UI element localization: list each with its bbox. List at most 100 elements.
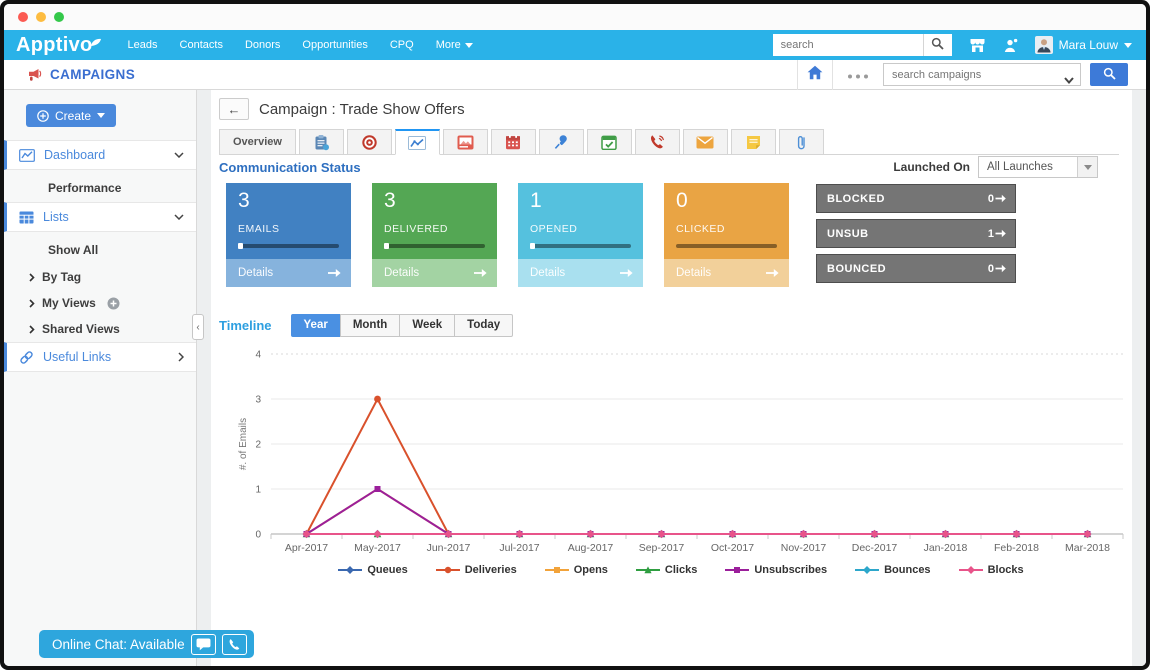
timeline-tab-month[interactable]: Month [340, 314, 400, 337]
legend-item-clicks[interactable]: Clicks [636, 564, 697, 576]
sidebar-item-show-all[interactable]: Show All [4, 236, 196, 264]
card-progress-bar [384, 244, 485, 248]
lists-grid-icon [19, 211, 34, 224]
phone-icon[interactable] [222, 634, 247, 655]
tab-paperclip[interactable] [779, 129, 824, 155]
legend-item-unsubscribes[interactable]: Unsubscribes [725, 564, 827, 576]
sidebar-item-by-tag[interactable]: By Tag [4, 264, 196, 290]
legend-label: Unsubscribes [754, 564, 827, 576]
user-menu[interactable]: Mara Louw [1035, 36, 1132, 54]
status-card-emails[interactable]: 3EMAILSDetails [226, 183, 351, 287]
launched-on-select[interactable]: All Launches [978, 156, 1098, 178]
nav-item-more[interactable]: More [425, 30, 484, 60]
tab-phone[interactable] [635, 129, 680, 155]
module-search-input[interactable] [883, 63, 1081, 86]
tab-target[interactable] [347, 129, 392, 155]
card-details-label: Details [238, 267, 273, 279]
tab-overview[interactable]: Overview [219, 129, 296, 155]
store-icon[interactable] [969, 38, 986, 53]
timeline-tab-year[interactable]: Year [291, 314, 341, 337]
user-status-icon[interactable] [1003, 38, 1019, 53]
legend-item-deliveries[interactable]: Deliveries [436, 564, 517, 576]
online-chat-button[interactable]: Online Chat: Available [39, 630, 254, 658]
legend-marker [545, 565, 569, 575]
tab-pushpin[interactable] [539, 129, 584, 155]
legend-item-opens[interactable]: Opens [545, 564, 608, 576]
tab-calendar[interactable] [491, 129, 536, 155]
sidebar-item-useful-links[interactable]: Useful Links [4, 342, 196, 372]
legend-marker [436, 565, 460, 575]
svg-text:Feb-2018: Feb-2018 [994, 542, 1039, 554]
tab-envelope[interactable] [683, 129, 728, 155]
sidebar-item-label: Dashboard [44, 148, 105, 162]
arrow-right-icon [327, 268, 341, 278]
arrow-right-icon [765, 268, 779, 278]
nav-item-cpq[interactable]: CPQ [379, 30, 425, 60]
legend-item-blocks[interactable]: Blocks [959, 564, 1024, 576]
stat-card-unsub[interactable]: UNSUB1 [816, 219, 1016, 248]
search-icon [1103, 67, 1116, 83]
status-card-opened[interactable]: 1OPENEDDetails [518, 183, 643, 287]
status-card-delivered[interactable]: 3DELIVEREDDetails [372, 183, 497, 287]
ellipsis-icon[interactable] [847, 68, 869, 82]
card-progress-dot [530, 243, 535, 249]
back-button[interactable]: ← [219, 98, 249, 120]
create-button[interactable]: Create [26, 104, 116, 127]
card-details-button[interactable]: Details [518, 259, 643, 287]
phone-icon [649, 134, 665, 150]
svg-text:Dec-2017: Dec-2017 [852, 542, 898, 554]
calendar-icon [505, 134, 521, 150]
sidebar: Create Dashboard PerformanceLists Show All… [4, 90, 197, 666]
sidebar-item-performance[interactable]: Performance [4, 174, 196, 202]
module-search-button[interactable] [1090, 63, 1128, 86]
global-search-button[interactable] [923, 34, 952, 56]
status-card-clicked[interactable]: 0CLICKEDDetails [664, 183, 789, 287]
stat-card-blocked[interactable]: BLOCKED0 [816, 184, 1016, 213]
legend-item-queues[interactable]: Queues [338, 564, 407, 576]
tab-calendar-check[interactable] [587, 129, 632, 155]
nav-item-opportunities[interactable]: Opportunities [291, 30, 378, 60]
maximize-window-button[interactable] [54, 12, 64, 22]
sidebar-item-my-views[interactable]: My Views [4, 290, 196, 316]
card-details-button[interactable]: Details [664, 259, 789, 287]
tab-sticky-note[interactable] [731, 129, 776, 155]
card-label: EMAILS [238, 223, 339, 235]
timeline-tab-today[interactable]: Today [454, 314, 513, 337]
add-view-icon[interactable] [107, 297, 120, 310]
card-progress-bar [530, 244, 631, 248]
tab-clipboard[interactable] [299, 129, 344, 155]
sidebar-collapse-handle[interactable]: ‹ [192, 314, 204, 340]
apptivo-logo[interactable]: Apptivo [16, 34, 101, 57]
chat-bubble-icon[interactable] [191, 634, 216, 655]
svg-text:Nov-2017: Nov-2017 [781, 542, 827, 554]
chevron-down-icon [97, 113, 105, 118]
leaf-icon [90, 30, 102, 53]
global-search-input[interactable] [773, 34, 923, 56]
home-button[interactable] [797, 60, 833, 90]
stat-card-bounced[interactable]: BOUNCED0 [816, 254, 1016, 283]
tab-gallery[interactable] [443, 129, 488, 155]
sidebar-item-label: Shared Views [42, 322, 120, 336]
pushpin-icon [554, 134, 569, 150]
minimize-window-button[interactable] [36, 12, 46, 22]
card-value: 1 [530, 189, 631, 213]
timeline-tab-week[interactable]: Week [399, 314, 455, 337]
sticky-note-icon [746, 135, 761, 150]
card-details-button[interactable]: Details [226, 259, 351, 287]
tab-line-chart[interactable] [395, 129, 440, 155]
chevron-down-icon[interactable] [1064, 71, 1074, 89]
arrow-right-icon [995, 194, 1006, 203]
nav-item-leads[interactable]: Leads [117, 30, 169, 60]
nav-item-donors[interactable]: Donors [234, 30, 291, 60]
sidebar-item-shared-views[interactable]: Shared Views [4, 316, 196, 342]
nav-item-contacts[interactable]: Contacts [169, 30, 234, 60]
card-details-button[interactable]: Details [372, 259, 497, 287]
timeline-chart-svg: 01234Apr-2017May-2017Jun-2017Jul-2017Aug… [235, 342, 1127, 558]
legend-label: Opens [574, 564, 608, 576]
close-window-button[interactable] [18, 12, 28, 22]
sidebar-item-lists[interactable]: Lists [4, 202, 196, 232]
sidebar-item-dashboard[interactable]: Dashboard [4, 140, 196, 170]
card-progress-bar [676, 244, 777, 248]
chevron-right-icon [29, 325, 35, 334]
legend-item-bounces[interactable]: Bounces [855, 564, 930, 576]
